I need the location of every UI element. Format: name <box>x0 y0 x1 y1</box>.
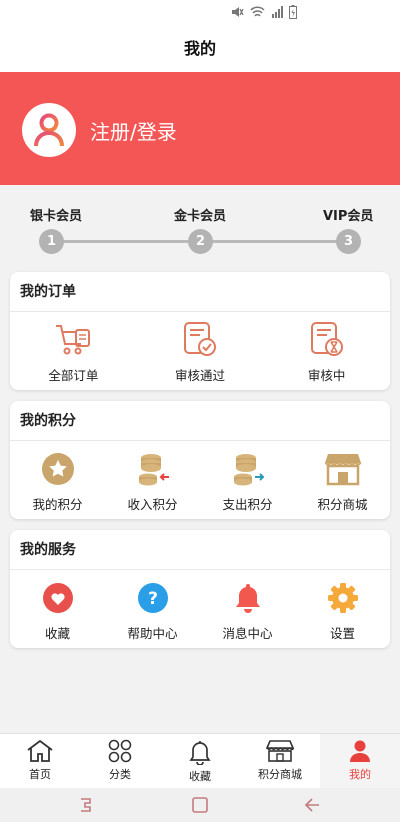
points-income-button[interactable]: 收入积分 <box>105 441 200 519</box>
back-icon[interactable] <box>303 797 323 813</box>
mute-icon <box>232 7 244 17</box>
login-register-link[interactable]: 注册/登录 <box>90 116 177 145</box>
membership-levels: 银卡会员 金卡会员 VIP会员 1 2 3 <box>0 185 400 267</box>
points-title: 我的积分 <box>10 401 390 441</box>
svg-text:?: ? <box>148 589 158 609</box>
order-pending-label: 审核中 <box>307 368 346 383</box>
heart-icon <box>38 578 78 618</box>
favorites-label: 收藏 <box>44 626 70 641</box>
favorites-button[interactable]: 收藏 <box>10 570 105 648</box>
nav-category-label: 分类 <box>109 768 131 781</box>
help-center-button[interactable]: ? 帮助中心 <box>105 570 200 648</box>
orders-title: 我的订单 <box>10 272 390 312</box>
level-dot-2: 2 <box>188 229 213 254</box>
level-dot-3: 3 <box>336 229 361 254</box>
coins-in-icon <box>133 449 173 489</box>
services-card: 我的服务 收藏 ? 帮助中心 消息中心 设置 <box>10 530 390 648</box>
message-center-label: 消息中心 <box>222 626 273 641</box>
settings-label: 设置 <box>329 626 355 641</box>
points-mall-label: 积分商城 <box>317 497 368 512</box>
nav-home-label: 首页 <box>29 768 51 781</box>
approved-doc-icon <box>180 320 220 360</box>
order-approved-button[interactable]: 审核通过 <box>137 312 264 390</box>
nav-favorites[interactable]: 收藏 <box>160 734 240 788</box>
level-label-silver: 银卡会员 <box>30 209 83 224</box>
wifi-icon <box>250 5 265 17</box>
points-income-label: 收入积分 <box>127 497 178 512</box>
category-icon <box>108 739 132 763</box>
help-center-label: 帮助中心 <box>127 626 178 641</box>
points-card: 我的积分 我的积分 收入积分 支出积分 积分商城 <box>10 401 390 519</box>
home-icon <box>27 739 53 762</box>
bottom-nav: 首页 分类 收藏 积分商城 我的 <box>0 733 400 788</box>
gear-icon <box>323 578 363 618</box>
nav-mine-label: 我的 <box>349 768 371 781</box>
user-avatar-icon <box>34 113 64 147</box>
title-bar: 我的 <box>0 26 400 72</box>
nav-favorites-label: 收藏 <box>189 770 211 783</box>
level-label-gold: 金卡会员 <box>174 209 227 224</box>
person-icon <box>350 740 370 762</box>
points-expense-button[interactable]: 支出积分 <box>200 441 295 519</box>
profile-banner[interactable]: 注册/登录 <box>0 72 400 185</box>
nav-home[interactable]: 首页 <box>0 734 80 788</box>
status-icons <box>230 5 297 19</box>
order-all-button[interactable]: 全部订单 <box>10 312 137 390</box>
level-dot-1: 1 <box>39 229 64 254</box>
nav-points-mall-label: 积分商城 <box>258 768 302 781</box>
help-icon: ? <box>133 578 173 618</box>
settings-button[interactable]: 设置 <box>295 570 390 648</box>
points-expense-label: 支出积分 <box>222 497 273 512</box>
nav-mine[interactable]: 我的 <box>320 734 400 788</box>
nav-category[interactable]: 分类 <box>80 734 160 788</box>
avatar[interactable] <box>22 103 76 157</box>
bell-icon <box>228 578 268 618</box>
my-points-button[interactable]: 我的积分 <box>10 441 105 519</box>
bell-outline-icon <box>189 741 211 765</box>
order-all-label: 全部订单 <box>48 368 99 383</box>
star-icon <box>38 449 78 489</box>
pending-doc-icon <box>307 320 347 360</box>
orders-card: 我的订单 全部订单 审核通过 审核中 <box>10 272 390 390</box>
order-pending-button[interactable]: 审核中 <box>263 312 390 390</box>
coins-out-icon <box>228 449 268 489</box>
page-title: 我的 <box>183 39 216 58</box>
store-icon <box>266 740 294 762</box>
my-points-label: 我的积分 <box>32 497 83 512</box>
points-mall-button[interactable]: 积分商城 <box>295 441 390 519</box>
signal-icon <box>272 6 283 18</box>
system-nav-bar <box>0 788 400 822</box>
status-bar <box>0 0 400 26</box>
home-button-icon[interactable] <box>190 797 210 813</box>
battery-icon <box>289 5 297 19</box>
message-center-button[interactable]: 消息中心 <box>200 570 295 648</box>
services-title: 我的服务 <box>10 530 390 570</box>
order-approved-label: 审核通过 <box>175 368 226 383</box>
cart-icon <box>53 320 93 360</box>
recent-apps-icon[interactable] <box>78 797 98 813</box>
shop-icon <box>323 449 363 489</box>
nav-points-mall[interactable]: 积分商城 <box>240 734 320 788</box>
level-label-vip: VIP会员 <box>323 209 374 224</box>
